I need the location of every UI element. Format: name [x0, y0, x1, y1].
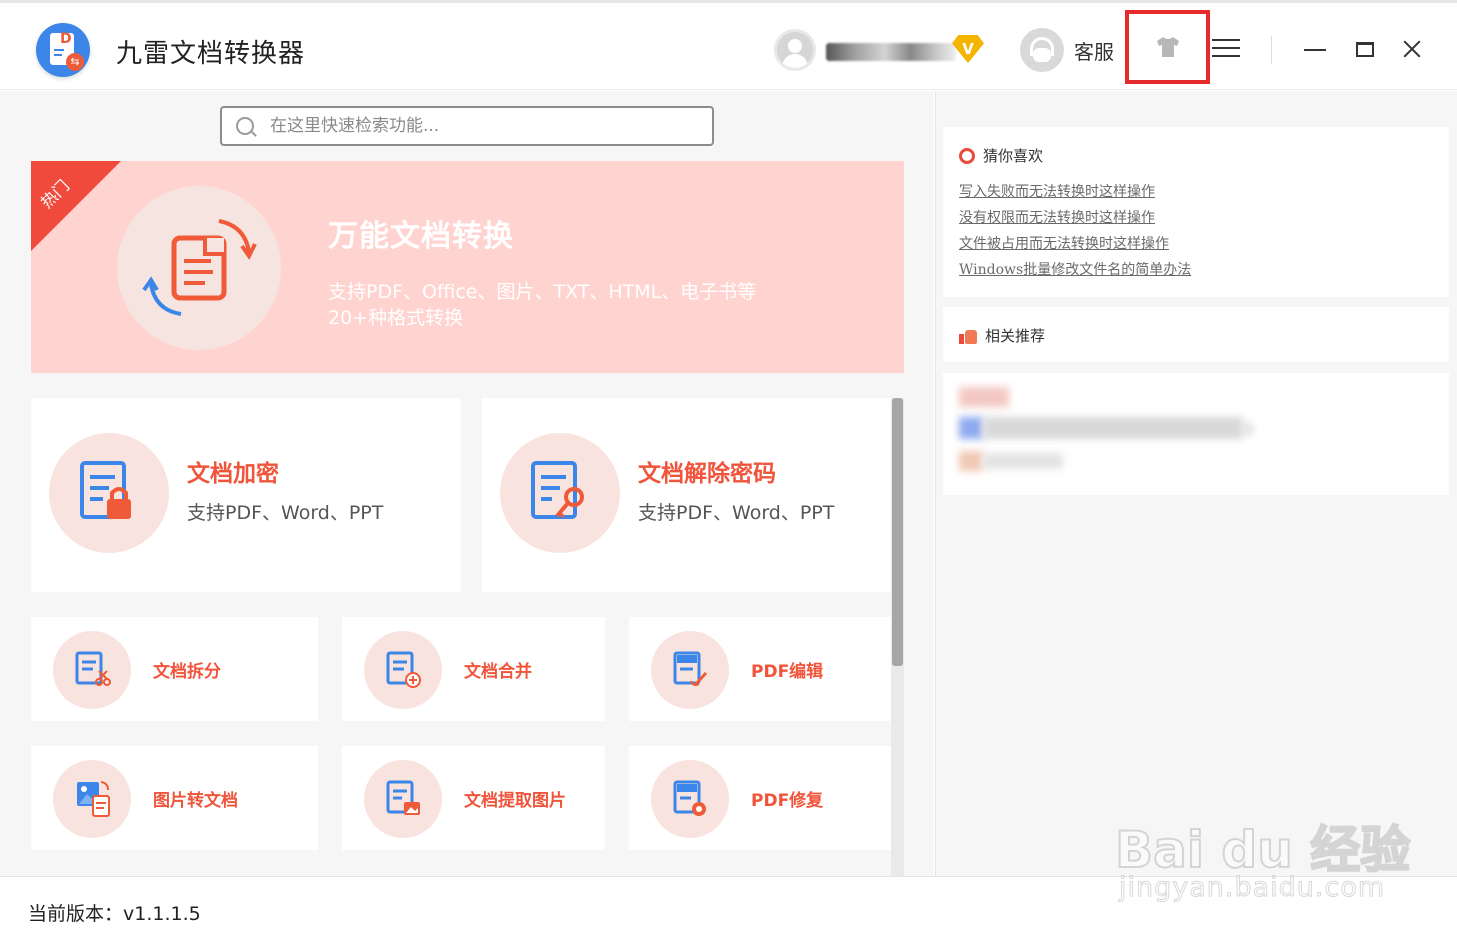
- image-to-doc-icon: [53, 760, 131, 838]
- sidebar: 猜你喜欢 写入失败而无法转换时这样操作 没有权限而无法转换时这样操作 文件被占用…: [935, 91, 1457, 876]
- feature-title: 文档加密: [187, 461, 279, 487]
- feature-card-pdf-repair[interactable]: PDF修复: [629, 746, 891, 850]
- search-icon: [236, 117, 254, 135]
- feature-card-decrypt[interactable]: 文档解除密码 支持PDF、Word、PPT: [482, 398, 891, 592]
- feature-title: 文档合并: [464, 662, 532, 682]
- pdf-edit-icon: [651, 631, 729, 709]
- feature-card-extract-images[interactable]: 文档提取图片: [342, 746, 605, 850]
- divider: [1271, 36, 1272, 64]
- feature-title: PDF编辑: [751, 662, 824, 682]
- banner-description: 支持PDF、Office、图片、TXT、HTML、电子书等 20+种格式转换: [328, 281, 757, 329]
- menu-icon[interactable]: [1212, 39, 1240, 61]
- close-icon[interactable]: [1400, 37, 1424, 61]
- scrollbar[interactable]: [891, 398, 904, 876]
- customer-service-button[interactable]: 客服: [1020, 27, 1114, 73]
- feature-title: PDF修复: [751, 791, 824, 811]
- related-panel: 相关推荐: [943, 307, 1449, 362]
- document-key-icon: [500, 433, 620, 553]
- universal-convert-banner[interactable]: 热门 万能文档转换 支持PDF、Office、图片、TXT、HTML、电子书等 …: [31, 161, 904, 373]
- convert-icon: [117, 186, 281, 350]
- search-box[interactable]: [220, 106, 714, 146]
- skin-button[interactable]: [1125, 10, 1210, 84]
- guess-link[interactable]: 没有权限而无法转换时这样操作: [959, 205, 1191, 231]
- feature-card-encrypt[interactable]: 文档加密 支持PDF、Word、PPT: [31, 398, 461, 592]
- username-blurred[interactable]: [826, 43, 956, 61]
- vip-badge-icon[interactable]: V: [952, 35, 984, 63]
- customer-service-label: 客服: [1074, 39, 1114, 64]
- minimize-icon[interactable]: [1304, 49, 1326, 51]
- feature-card-split[interactable]: 文档拆分: [31, 617, 318, 721]
- feature-title: 文档解除密码: [638, 461, 776, 487]
- guess-link[interactable]: Windows批量修改文件名的简单办法: [959, 257, 1191, 283]
- guess-you-like-panel: 猜你喜欢 写入失败而无法转换时这样操作 没有权限而无法转换时这样操作 文件被占用…: [943, 127, 1449, 297]
- feature-desc: 支持PDF、Word、PPT: [187, 502, 384, 524]
- baidu-watermark: Bai du 经验 jingyan.baidu.com: [1114, 790, 1415, 920]
- title-bar: D ⇆ 九雷文档转换器 V 客服: [0, 0, 1457, 90]
- thumbs-up-icon: [959, 328, 977, 344]
- document-merge-icon: [364, 631, 442, 709]
- watermark-url: jingyan.baidu.com: [1118, 872, 1386, 904]
- related-title: 相关推荐: [985, 327, 1046, 345]
- feature-title: 文档拆分: [153, 662, 221, 682]
- feature-card-image-to-doc[interactable]: 图片转文档: [31, 746, 318, 850]
- feature-desc: 支持PDF、Word、PPT: [638, 502, 835, 524]
- feature-title: 图片转文档: [153, 791, 238, 811]
- pdf-repair-icon: [651, 760, 729, 838]
- headset-icon: [1020, 28, 1064, 72]
- app-logo-icon: D ⇆: [36, 23, 90, 77]
- main-panel: 热门 万能文档转换 支持PDF、Office、图片、TXT、HTML、电子书等 …: [0, 91, 934, 876]
- guess-title: 猜你喜欢: [983, 147, 1044, 165]
- scrollbar-thumb[interactable]: [892, 398, 903, 666]
- heart-icon: [959, 147, 975, 164]
- search-input[interactable]: [270, 116, 670, 136]
- version-label: 当前版本：v1.1.1.5: [28, 903, 201, 925]
- user-avatar[interactable]: [774, 29, 816, 71]
- maximize-icon[interactable]: [1356, 42, 1374, 57]
- feature-card-pdf-edit[interactable]: PDF编辑: [629, 617, 891, 721]
- document-split-icon: [53, 631, 131, 709]
- guess-link[interactable]: 文件被占用而无法转换时这样操作: [959, 231, 1191, 257]
- document-lock-icon: [49, 433, 169, 553]
- app-title: 九雷文档转换器: [116, 39, 306, 69]
- banner-title: 万能文档转换: [328, 219, 514, 254]
- feature-title: 文档提取图片: [464, 791, 566, 811]
- tshirt-icon: [1156, 37, 1179, 57]
- feature-card-merge[interactable]: 文档合并: [342, 617, 605, 721]
- recommendation-ad-panel[interactable]: [943, 373, 1449, 495]
- guess-link[interactable]: 写入失败而无法转换时这样操作: [959, 179, 1191, 205]
- extract-image-icon: [364, 760, 442, 838]
